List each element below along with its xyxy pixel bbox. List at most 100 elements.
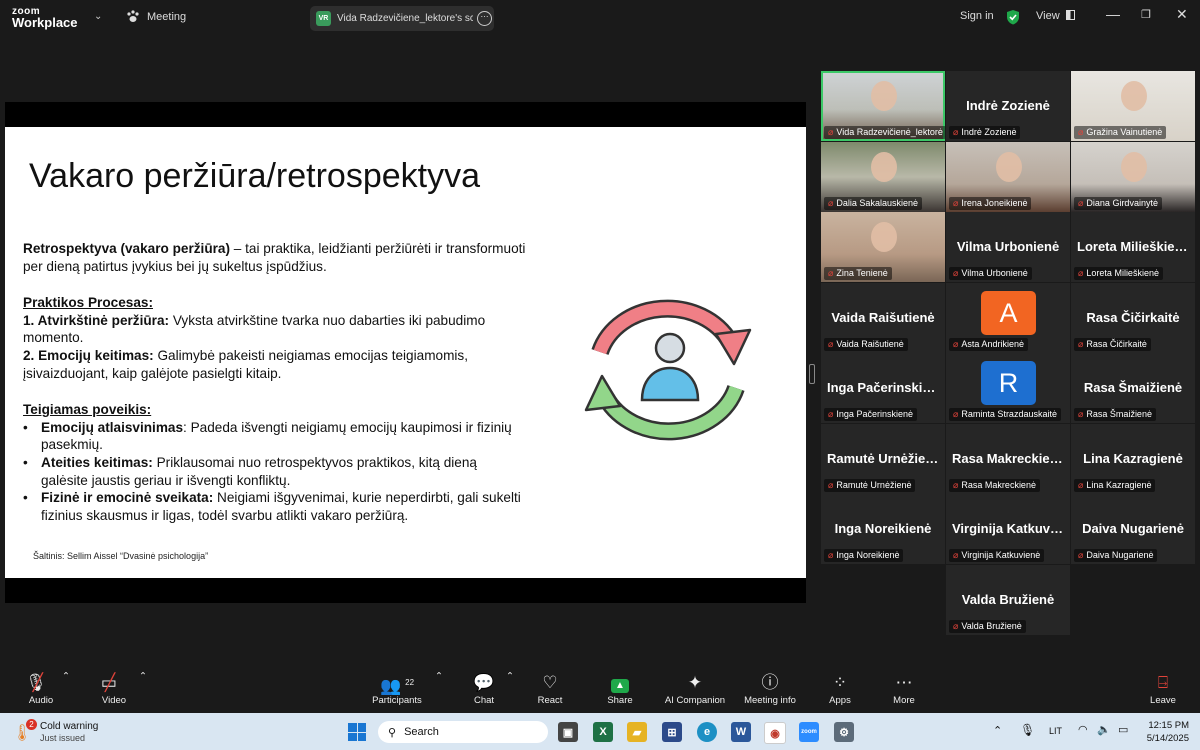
meeting-label: Meeting bbox=[147, 10, 187, 23]
share-button[interactable]: ▲ Share bbox=[585, 671, 655, 706]
battery-icon[interactable]: ▭ bbox=[1118, 723, 1128, 736]
participant-name: Irena Joneikienė bbox=[961, 198, 1028, 208]
mic-muted-icon: ⌀ bbox=[828, 550, 834, 560]
participant-tile[interactable]: A ⌀ Asta Andrikienė bbox=[946, 283, 1070, 353]
participant-tile[interactable]: Ramutė Urnėžienė ⌀ Ramutė Urnėžienė bbox=[821, 424, 945, 494]
audio-options-chevron[interactable]: ⌃ bbox=[62, 671, 70, 682]
participant-name-label: ⌀ Daiva Nugarienė bbox=[1074, 549, 1158, 562]
participants-options-chevron[interactable]: ⌃ bbox=[435, 671, 443, 682]
participant-name-label: ⌀ Inga Pačerinskienė bbox=[824, 408, 917, 421]
participant-name-label: ⌀ Raminta Strazdauskaitė bbox=[949, 408, 1061, 421]
participant-tile[interactable]: Rasa Čičirkaitė ⌀ Rasa Čičirkaitė bbox=[1071, 283, 1195, 353]
settings-icon[interactable]: ⚙ bbox=[834, 722, 854, 742]
taskbar-search[interactable]: ⚲ Search bbox=[378, 721, 548, 743]
participant-tile[interactable]: R ⌀ Raminta Strazdauskaitė bbox=[946, 353, 1070, 423]
participant-name-label: ⌀ Vaida Raišutienė bbox=[824, 338, 908, 351]
meeting-info-button[interactable]: ⓘ Meeting info bbox=[735, 671, 805, 706]
participant-tile[interactable]: Rasa Šmaižienė ⌀ Rasa Šmaižienė bbox=[1071, 353, 1195, 423]
participant-tile[interactable]: Loreta Milieškienė ⌀ Loreta Milieškienė bbox=[1071, 212, 1195, 282]
participant-tile[interactable]: Valda Bružienė ⌀ Valda Bružienė bbox=[946, 565, 1070, 635]
volume-icon[interactable]: 🔈 bbox=[1097, 723, 1111, 736]
participant-display-name: Inga Noreikienė bbox=[834, 521, 932, 536]
edge-icon[interactable]: e bbox=[697, 722, 717, 742]
chrome-icon[interactable]: ◉ bbox=[764, 722, 786, 744]
chat-options-chevron[interactable]: ⌃ bbox=[506, 671, 514, 682]
windows-start-icon[interactable] bbox=[348, 723, 366, 741]
more-button[interactable]: ⋯ More bbox=[869, 671, 939, 706]
participant-name: Ramutė Urnėžienė bbox=[836, 480, 912, 490]
participant-name: Indrė Zozienė bbox=[961, 127, 1017, 137]
mic-muted-icon: ⌀ bbox=[828, 198, 834, 208]
mic-muted-icon: ⌀ bbox=[828, 409, 834, 419]
microphone-icon[interactable]: 🎙 bbox=[1020, 723, 1035, 737]
video-options-chevron[interactable]: ⌃ bbox=[139, 671, 147, 682]
participant-tile[interactable]: ⌀ Zina Tenienė bbox=[821, 212, 945, 282]
participant-tile[interactable]: Inga Noreikienė ⌀ Inga Noreikienė bbox=[821, 494, 945, 564]
participants-button[interactable]: 👥 22 Participants bbox=[362, 671, 432, 706]
participant-display-name: Ramutė Urnėžienė bbox=[827, 451, 939, 466]
excel-icon[interactable]: X bbox=[593, 722, 613, 742]
participant-tile[interactable]: ⌀ Diana Girdvainytė bbox=[1071, 142, 1195, 212]
participant-tile[interactable]: Virginija Katkuvienė ⌀ Virginija Katkuvien… bbox=[946, 494, 1070, 564]
participant-name-label: ⌀ Rasa Makreckienė bbox=[949, 479, 1040, 492]
participant-name-label: ⌀ Indrė Zozienė bbox=[949, 126, 1021, 139]
participant-name-label: ⌀ Ramutė Urnėžienė bbox=[824, 479, 916, 492]
apps-icon: ⁘ bbox=[832, 673, 848, 692]
shared-slide: Vakaro peržiūra/retrospektyva Retrospekt… bbox=[5, 127, 806, 578]
participant-name-label: ⌀ Irena Joneikienė bbox=[949, 197, 1032, 210]
paw-icon bbox=[127, 10, 139, 22]
mic-muted-icon: ⌀ bbox=[828, 339, 834, 349]
wifi-icon[interactable]: ◠ bbox=[1078, 723, 1088, 736]
more-options-icon[interactable]: ··· bbox=[477, 11, 492, 26]
sign-in-button[interactable]: Sign in bbox=[960, 10, 994, 22]
word-icon[interactable]: W bbox=[731, 722, 751, 742]
participant-tile[interactable]: Indrė Zozienė ⌀ Indrė Zozienė bbox=[946, 71, 1070, 141]
mic-muted-icon: ⌀ bbox=[828, 127, 834, 137]
panel-resize-handle[interactable] bbox=[809, 364, 815, 384]
participant-display-name: Rasa Čičirkaitė bbox=[1086, 310, 1180, 325]
shield-check-icon[interactable] bbox=[1006, 9, 1020, 25]
participant-name: Virginija Katkuvienė bbox=[961, 550, 1041, 560]
close-icon[interactable]: ✕ bbox=[1176, 6, 1188, 23]
apps-button[interactable]: ⁘ Apps bbox=[805, 671, 875, 706]
mic-muted-icon: ⌀ bbox=[828, 268, 834, 278]
participant-tile[interactable]: Vilma Urbonienė ⌀ Vilma Urbonienė bbox=[946, 212, 1070, 282]
file-explorer-icon[interactable]: ▰ bbox=[627, 722, 647, 742]
participant-tile[interactable]: ⌀ Dalia Sakalauskienė bbox=[821, 142, 945, 212]
participant-tile[interactable]: Rasa Makreckienė ⌀ Rasa Makreckienė bbox=[946, 424, 1070, 494]
zoom-taskbar-icon[interactable]: zoom bbox=[799, 722, 819, 742]
search-icon: ⚲ bbox=[388, 726, 397, 739]
participant-tile[interactable]: ⌀ Irena Joneikienė bbox=[946, 142, 1070, 212]
participant-tile[interactable]: ⌀ Vida Radzevičienė_lektorė bbox=[821, 71, 945, 141]
restore-icon[interactable]: ❐ bbox=[1141, 8, 1151, 21]
store-icon[interactable]: ⊞ bbox=[662, 722, 682, 742]
participant-tile[interactable]: Inga Pačerinskienė ⌀ Inga Pačerinskienė bbox=[821, 353, 945, 423]
participant-display-name: Loreta Milieškienė bbox=[1077, 239, 1189, 254]
mic-muted-icon: ⌀ bbox=[953, 621, 959, 631]
weather-widget[interactable]: 🌡 2 Cold warning Just issued bbox=[12, 719, 102, 745]
participant-avatar: A bbox=[981, 291, 1036, 335]
language-indicator[interactable]: LIT bbox=[1049, 726, 1062, 736]
task-view-icon[interactable]: ▣ bbox=[558, 722, 578, 742]
participant-tile[interactable]: Daiva Nugarienė ⌀ Daiva Nugarienė bbox=[1071, 494, 1195, 564]
mic-muted-icon: ⌀ bbox=[1078, 339, 1084, 349]
mic-muted-icon: ⌀ bbox=[828, 480, 834, 490]
participant-name: Vaida Raišutienė bbox=[836, 339, 904, 349]
show-hidden-icons[interactable]: ⌃ bbox=[993, 724, 1002, 737]
clock[interactable]: 12:15 PM 5/14/2025 bbox=[1139, 719, 1189, 745]
participant-tile[interactable]: Lina Kazragienė ⌀ Lina Kazragienė bbox=[1071, 424, 1195, 494]
participant-name-label: ⌀ Loreta Milieškienė bbox=[1074, 267, 1163, 280]
leave-button[interactable]: ⍈ Leave bbox=[1128, 671, 1198, 706]
participant-tile[interactable]: Vaida Raišutienė ⌀ Vaida Raišutienė bbox=[821, 283, 945, 353]
mic-muted-icon: ⌀ bbox=[953, 268, 959, 278]
react-button[interactable]: ♡ React bbox=[515, 671, 585, 706]
participant-tile[interactable]: ⌀ Gražina Vainutienė bbox=[1071, 71, 1195, 141]
mic-muted-icon: ⌀ bbox=[1078, 409, 1084, 419]
windows-taskbar: 🌡 2 Cold warning Just issued ⚲ Search ▣ … bbox=[0, 713, 1200, 750]
minimize-icon[interactable]: — bbox=[1106, 6, 1120, 22]
view-button[interactable]: View bbox=[1036, 10, 1075, 22]
screen-share-indicator[interactable]: VR Vida Radzevičiene_lektore's screen ··… bbox=[310, 6, 494, 31]
chevron-down-icon[interactable]: ⌄ bbox=[94, 11, 102, 22]
meeting-menu[interactable]: Meeting bbox=[126, 10, 186, 23]
ai-companion-button[interactable]: ✦ AI Companion bbox=[660, 671, 730, 706]
